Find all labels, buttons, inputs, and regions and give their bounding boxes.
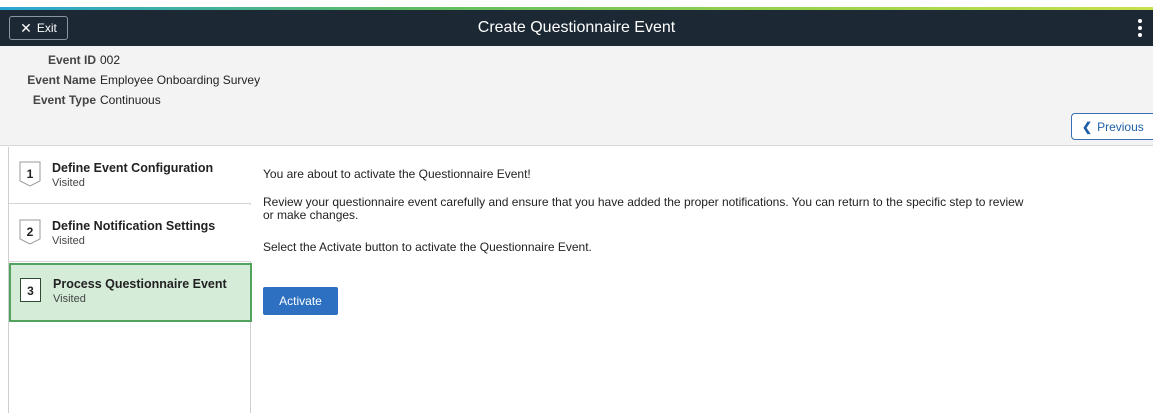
- step-item-1[interactable]: 1 Define Event Configuration Visited: [9, 147, 251, 204]
- event-header: Event ID 002 Event Name Employee Onboard…: [0, 46, 1153, 146]
- step-status: Visited: [52, 177, 85, 189]
- event-name-label: Event Name: [27, 73, 96, 87]
- exit-label: Exit: [36, 21, 57, 35]
- actions-menu-icon[interactable]: [1135, 18, 1145, 38]
- step-title: Define Event Configuration: [52, 161, 214, 175]
- step-number: 1: [26, 167, 34, 181]
- event-type-label: Event Type: [32, 93, 96, 107]
- close-icon: ✕: [20, 20, 32, 36]
- event-type-value: Continuous: [100, 93, 161, 107]
- top-accent-bar: [0, 0, 1153, 10]
- event-type-row: Event Type Continuous: [0, 92, 1153, 108]
- page-title: Create Questionnaire Event: [477, 19, 676, 36]
- exit-button[interactable]: ✕ Exit: [9, 16, 68, 40]
- step-number-badge: 2: [19, 219, 41, 245]
- step-number-badge: 1: [19, 161, 41, 187]
- activation-intro: You are about to activate the Questionna…: [263, 167, 531, 181]
- event-id-row: Event ID 002: [0, 52, 1153, 68]
- activate-button[interactable]: Activate: [263, 287, 338, 315]
- step-number: 2: [26, 225, 34, 239]
- review-instructions: Review your questionnaire event carefull…: [263, 195, 1024, 222]
- step-status: Visited: [53, 293, 86, 305]
- step-number-badge: 3: [20, 278, 41, 302]
- event-id-label: Event ID: [47, 53, 96, 67]
- page-banner: ✕ Exit Create Questionnaire Event: [0, 10, 1153, 46]
- step-title: Define Notification Settings: [52, 219, 216, 233]
- event-name-row: Event Name Employee Onboarding Survey: [0, 72, 1153, 88]
- step-sidebar: 1 Define Event Configuration Visited 2 D…: [8, 147, 252, 413]
- step-status: Visited: [52, 235, 85, 247]
- step-number: 3: [27, 284, 34, 298]
- step-item-2[interactable]: 2 Define Notification Settings Visited: [9, 205, 251, 262]
- activate-instruction: Select the Activate button to activate t…: [263, 240, 592, 254]
- chevron-left-icon: ❮: [1082, 119, 1093, 134]
- event-id-value: 002: [100, 53, 121, 67]
- previous-label: Previous: [1097, 119, 1144, 134]
- previous-button[interactable]: ❮ Previous: [1071, 113, 1153, 140]
- step-title: Process Questionnaire Event: [53, 277, 227, 291]
- event-name-value: Employee Onboarding Survey: [100, 73, 261, 87]
- step-item-3-active[interactable]: 3 Process Questionnaire Event Visited: [9, 263, 252, 322]
